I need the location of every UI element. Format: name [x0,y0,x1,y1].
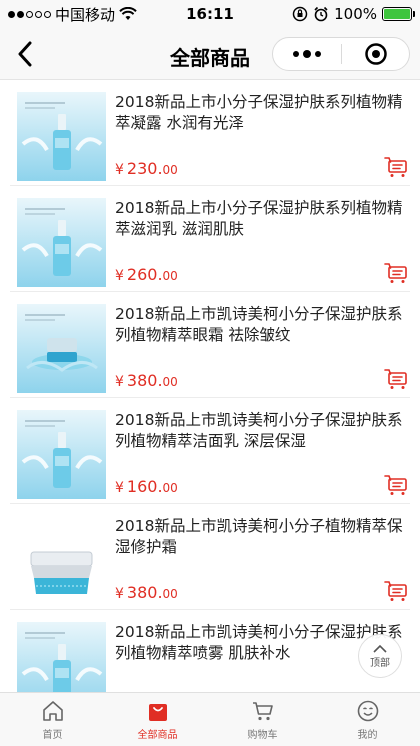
product-image[interactable] [17,410,106,499]
product-item[interactable]: 2018新品上市凯诗美柯小分子保湿护肤系列植物精萃喷雾 肌肤补水 [0,610,420,692]
back-to-top-label: 顶部 [370,657,390,669]
tab-home[interactable]: 首页 [0,693,105,746]
product-item[interactable]: 2018新品上市凯诗美柯小分子植物精萃保湿修护霜 ¥380.00 [0,504,420,610]
mini-program-capsule [272,37,410,71]
product-item[interactable]: 2018新品上市凯诗美柯小分子保湿护肤系列植物精萃眼霜 祛除皱纹 ¥380.00 [0,292,420,398]
user-icon [355,698,381,724]
bag-icon [145,698,171,724]
product-price: ¥260.00 [115,265,178,286]
status-right: 100% [292,5,415,23]
product-image[interactable] [17,92,106,181]
rotation-lock-icon [292,6,308,22]
add-to-cart-button[interactable] [384,474,408,496]
target-close-icon [364,43,387,65]
product-title[interactable]: 2018新品上市凯诗美柯小分子植物精萃保湿修护霜 [115,516,410,558]
product-item[interactable]: 2018新品上市凯诗美柯小分子保湿护肤系列植物精萃洁面乳 深层保湿 ¥160.00 [0,398,420,504]
status-bar: 中国移动 16:11 100% [0,0,420,28]
product-price: ¥380.00 [115,583,178,604]
carrier-label: 中国移动 [55,5,116,24]
battery-icon [382,7,415,21]
product-image[interactable] [17,516,106,605]
cart-add-icon [384,369,407,389]
product-title[interactable]: 2018新品上市凯诗美柯小分子保湿护肤系列植物精萃洁面乳 深层保湿 [115,410,410,452]
currency-symbol: ¥ [115,480,124,496]
add-to-cart-button[interactable] [384,368,408,390]
price-integer: 160. [126,477,163,496]
product-price: ¥160.00 [115,477,178,498]
product-item[interactable]: 2018新品上市小分子保湿护肤系列植物精萃滋润乳 滋润肌肤 ¥260.00 [0,186,420,292]
currency-symbol: ¥ [115,162,124,178]
price-cents: 00 [162,481,178,495]
product-price: ¥380.00 [115,371,178,392]
back-to-top-button[interactable]: 顶部 [358,634,402,678]
tab-cart[interactable]: 购物车 [210,693,315,746]
wifi-icon [119,7,137,20]
battery-fill [384,9,410,19]
product-image[interactable] [17,198,106,287]
price-integer: 230. [126,159,163,178]
close-mini-program-button[interactable] [342,38,409,70]
tab-label: 首页 [42,730,63,741]
add-to-cart-button[interactable] [384,262,408,284]
currency-symbol: ¥ [115,374,124,390]
price-integer: 380. [126,371,163,390]
currency-symbol: ¥ [115,586,124,602]
navigation-bar: 全部商品 [0,28,420,80]
product-list[interactable]: 2018新品上市小分子保湿护肤系列植物精萃凝露 水润有光泽 ¥230.00 2018… [0,80,420,692]
product-title[interactable]: 2018新品上市小分子保湿护肤系列植物精萃滋润乳 滋润肌肤 [115,198,410,240]
product-price: ¥230.00 [115,159,178,180]
tab-bag[interactable]: 全部商品 [105,693,210,746]
cart-add-icon [384,581,407,601]
product-image[interactable] [17,304,106,393]
price-cents: 00 [162,587,178,601]
more-button[interactable] [273,38,341,70]
tab-user[interactable]: 我的 [315,693,420,746]
cart-add-icon [384,263,407,283]
home-icon [40,698,66,724]
tab-label: 我的 [357,730,378,741]
cart-add-icon [384,157,407,177]
product-image[interactable] [17,622,106,692]
product-title[interactable]: 2018新品上市凯诗美柯小分子保湿护肤系列植物精萃眼霜 祛除皱纹 [115,304,410,346]
tab-bar: 首页 全部商品 购物车 我的 [0,692,420,746]
price-integer: 380. [126,583,163,602]
tab-label: 购物车 [247,730,278,741]
tab-label: 全部商品 [137,730,178,741]
product-item[interactable]: 2018新品上市小分子保湿护肤系列植物精萃凝露 水润有光泽 ¥230.00 [0,80,420,186]
price-cents: 00 [162,163,178,177]
status-left: 中国移动 [8,4,137,25]
chevron-up-icon [373,644,387,653]
signal-strength-icon [8,10,51,18]
cart-add-icon [384,475,407,495]
currency-symbol: ¥ [115,268,124,284]
alarm-icon [314,6,328,22]
add-to-cart-button[interactable] [384,580,408,602]
price-cents: 00 [162,375,178,389]
add-to-cart-button[interactable] [384,156,408,178]
cart-icon [250,698,276,724]
price-cents: 00 [162,269,178,283]
product-title[interactable]: 2018新品上市小分子保湿护肤系列植物精萃凝露 水润有光泽 [115,92,410,134]
battery-percent: 100% [334,5,377,23]
price-integer: 260. [126,265,163,284]
